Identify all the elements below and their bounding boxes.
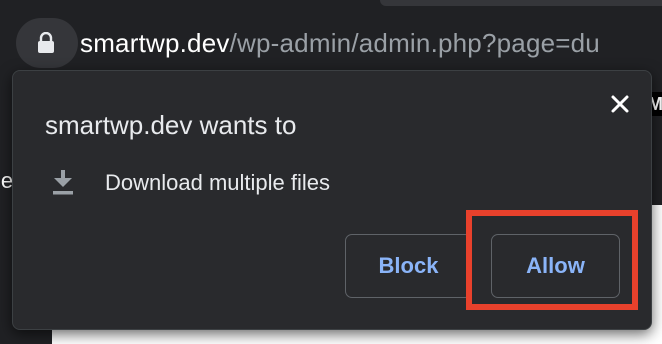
- allow-button[interactable]: Allow: [491, 234, 620, 298]
- close-icon[interactable]: [605, 89, 635, 119]
- browser-window: smartwp.dev/wp-admin/admin.php?page=du l…: [0, 0, 662, 344]
- url-path: /wp-admin/admin.php?page=du: [229, 28, 600, 58]
- permission-prompt: smartwp.dev wants to Download multiple f…: [12, 70, 652, 330]
- prompt-title: smartwp.dev wants to: [45, 110, 297, 140]
- address-bar-url[interactable]: smartwp.dev/wp-admin/admin.php?page=du: [80, 26, 600, 60]
- tab-strip-edge: [380, 0, 662, 6]
- url-host: smartwp.dev: [80, 28, 230, 58]
- block-button[interactable]: Block: [345, 234, 472, 298]
- download-icon: [53, 170, 73, 195]
- permission-label: Download multiple files: [105, 170, 330, 195]
- page-content-bottom: [52, 330, 662, 344]
- lock-icon[interactable]: [36, 32, 56, 54]
- address-bar-area: smartwp.dev/wp-admin/admin.php?page=du: [0, 0, 662, 70]
